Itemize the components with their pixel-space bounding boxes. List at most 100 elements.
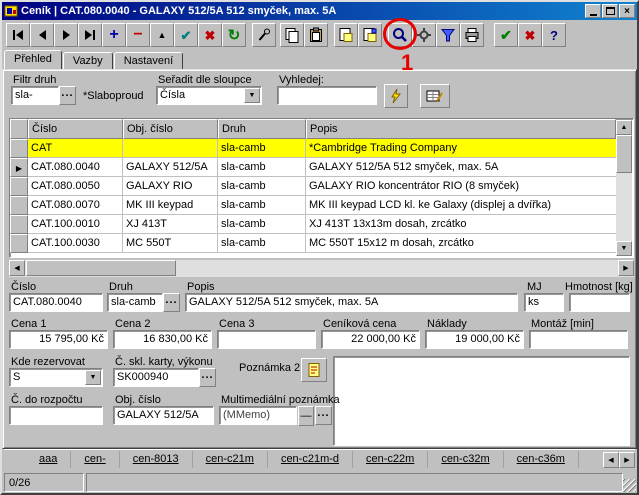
cell-popis[interactable]: XJ 413T 13x13m dosah, zrcátko xyxy=(306,215,616,234)
apply-filter-button[interactable] xyxy=(384,84,408,108)
paste-button[interactable] xyxy=(304,23,328,47)
scroll-up-icon[interactable]: ▲ xyxy=(616,120,632,135)
view-tab[interactable]: cen-c22m xyxy=(353,451,428,468)
cell-popis[interactable]: GALAXY RIO koncentrátor RIO (8 smyček) xyxy=(306,177,616,196)
vertical-scroll-thumb[interactable] xyxy=(616,135,632,173)
refresh-button[interactable]: ↻ xyxy=(222,23,246,47)
mmemo-ellipsis-button[interactable]: ... xyxy=(315,406,332,425)
view-scroll-left-icon[interactable]: ◀ xyxy=(603,452,619,468)
view-tab[interactable]: cen-8013 xyxy=(120,451,193,468)
view-tab[interactable]: aaa xyxy=(26,451,71,468)
tab-vazby[interactable]: Vazby xyxy=(63,52,113,69)
document-link-button[interactable] xyxy=(358,23,382,47)
view-tab[interactable]: cen- xyxy=(71,451,119,468)
cell-obj-cislo[interactable] xyxy=(123,139,218,158)
druh-field[interactable]: sla-camb xyxy=(107,293,163,312)
grid-vertical-scrollbar[interactable]: ▲ ▼ xyxy=(616,120,632,256)
skl-karta-ellipsis-button[interactable]: ... xyxy=(199,368,216,387)
first-record-button[interactable] xyxy=(6,23,30,47)
close-button[interactable]: × xyxy=(619,4,635,18)
view-tab[interactable]: cen-c21m xyxy=(193,451,268,468)
skl-karta-field[interactable]: SK000940 xyxy=(113,368,199,387)
cell-cislo[interactable]: CAT.100.0030 xyxy=(28,234,123,253)
table-row[interactable]: CAT.100.0030 MC 550T sla-camb MC 550T 15… xyxy=(10,234,616,253)
pin-button[interactable] xyxy=(252,23,276,47)
scroll-down-icon[interactable]: ▼ xyxy=(616,241,632,256)
cell-druh[interactable]: sla-camb xyxy=(218,215,306,234)
document-button[interactable] xyxy=(334,23,358,47)
cell-cislo[interactable]: CAT.080.0040 xyxy=(28,158,123,177)
kde-rezervovat-combo[interactable]: S ▼ xyxy=(9,368,103,387)
popis-field[interactable]: GALAXY 512/5A 512 smyček, max. 5A xyxy=(185,293,518,312)
table-row[interactable]: CAT sla-camb *Cambridge Trading Company xyxy=(10,139,616,158)
cena2-field[interactable]: 16 830,00 Kč xyxy=(113,330,212,349)
search-button[interactable] xyxy=(388,23,412,47)
cell-obj-cislo[interactable]: MK III keypad xyxy=(123,196,218,215)
sort-dropdown-icon[interactable]: ▼ xyxy=(244,88,260,103)
cena1-field[interactable]: 15 795,00 Kč xyxy=(9,330,108,349)
mmemo-field[interactable]: (MMemo) xyxy=(219,406,297,425)
mmemo-clear-button[interactable]: — xyxy=(298,406,314,426)
cell-popis[interactable]: MK III keypad LCD kl. ke Galaxy (displej… xyxy=(306,196,616,215)
cell-obj-cislo[interactable]: GALAXY 512/5A xyxy=(123,158,218,177)
cislo-field[interactable]: CAT.080.0040 xyxy=(9,293,103,312)
obj-cislo-field[interactable]: GALAXY 512/5A xyxy=(113,406,214,425)
grid-column-header[interactable]: Popis xyxy=(306,119,616,139)
help-button[interactable]: ? xyxy=(542,23,566,47)
next-record-button[interactable] xyxy=(54,23,78,47)
cell-popis[interactable]: *Cambridge Trading Company xyxy=(306,139,616,158)
rozpocet-field[interactable] xyxy=(9,406,103,425)
poznamka2-memo[interactable] xyxy=(333,356,630,446)
cell-druh[interactable]: sla-camb xyxy=(218,177,306,196)
grid-settings-button[interactable] xyxy=(420,84,450,108)
cenikova-field[interactable]: 22 000,00 Kč xyxy=(321,330,420,349)
apply-button[interactable]: ✔ xyxy=(494,23,518,47)
montaz-field[interactable] xyxy=(529,330,628,349)
cell-druh[interactable]: sla-camb xyxy=(218,196,306,215)
cell-druh[interactable]: sla-camb xyxy=(218,139,306,158)
exit-button[interactable]: ✖ xyxy=(518,23,542,47)
mj-field[interactable]: ks xyxy=(524,293,564,312)
table-row[interactable]: ▶ CAT.080.0040 GALAXY 512/5A sla-camb GA… xyxy=(10,158,616,177)
cena3-field[interactable] xyxy=(217,330,316,349)
tab-nastaveni[interactable]: Nastavení xyxy=(114,52,184,69)
cell-druh[interactable]: sla-camb xyxy=(218,158,306,177)
cell-popis[interactable]: GALAXY 512/5A 512 smyček, max. 5A xyxy=(306,158,616,177)
filtr-druh-ellipsis-button[interactable]: ... xyxy=(59,86,76,105)
hmotnost-field[interactable] xyxy=(569,293,630,312)
view-tab[interactable]: cen-c32m xyxy=(428,451,503,468)
post-edit-button[interactable]: ✔ xyxy=(174,23,198,47)
horizontal-scroll-thumb[interactable] xyxy=(26,260,176,276)
prior-record-button[interactable] xyxy=(30,23,54,47)
table-row[interactable]: CAT.100.0010 XJ 413T sla-camb XJ 413T 13… xyxy=(10,215,616,234)
tab-prehled[interactable]: Přehled xyxy=(4,50,62,69)
table-row[interactable]: CAT.080.0050 GALAXY RIO sla-camb GALAXY … xyxy=(10,177,616,196)
cell-cislo[interactable]: CAT.080.0050 xyxy=(28,177,123,196)
search-input[interactable] xyxy=(277,86,377,105)
settings-button[interactable] xyxy=(412,23,436,47)
scroll-left-icon[interactable]: ◀ xyxy=(9,260,25,276)
maximize-button[interactable] xyxy=(602,4,618,18)
table-row[interactable]: CAT.080.0070 MK III keypad sla-camb MK I… xyxy=(10,196,616,215)
cell-druh[interactable]: sla-camb xyxy=(218,234,306,253)
view-scroll-right-icon[interactable]: ▶ xyxy=(619,452,635,468)
grid-column-header[interactable]: Obj. číslo xyxy=(123,119,218,139)
view-tab[interactable]: cen-c21m-d xyxy=(268,451,353,468)
filtr-druh-field[interactable]: sla- xyxy=(11,86,59,105)
naklady-field[interactable]: 19 000,00 Kč xyxy=(425,330,524,349)
grid-horizontal-scrollbar[interactable]: ◀ ▶ xyxy=(9,260,634,277)
cell-obj-cislo[interactable]: GALAXY RIO xyxy=(123,177,218,196)
cell-popis[interactable]: MC 550T 15x12 m dosah, zrcátko xyxy=(306,234,616,253)
delete-record-button[interactable]: − xyxy=(126,23,150,47)
cell-cislo[interactable]: CAT.080.0070 xyxy=(28,196,123,215)
cell-obj-cislo[interactable]: MC 550T xyxy=(123,234,218,253)
resize-grip[interactable] xyxy=(623,479,636,492)
cell-obj-cislo[interactable]: XJ 413T xyxy=(123,215,218,234)
grid-column-header[interactable]: Druh xyxy=(218,119,306,139)
filter-button[interactable] xyxy=(436,23,460,47)
poznamka2-note-button[interactable] xyxy=(301,358,327,382)
last-record-button[interactable] xyxy=(78,23,102,47)
edit-record-button[interactable]: ▲ xyxy=(150,23,174,47)
minimize-button[interactable] xyxy=(585,4,601,18)
print-button[interactable] xyxy=(460,23,484,47)
